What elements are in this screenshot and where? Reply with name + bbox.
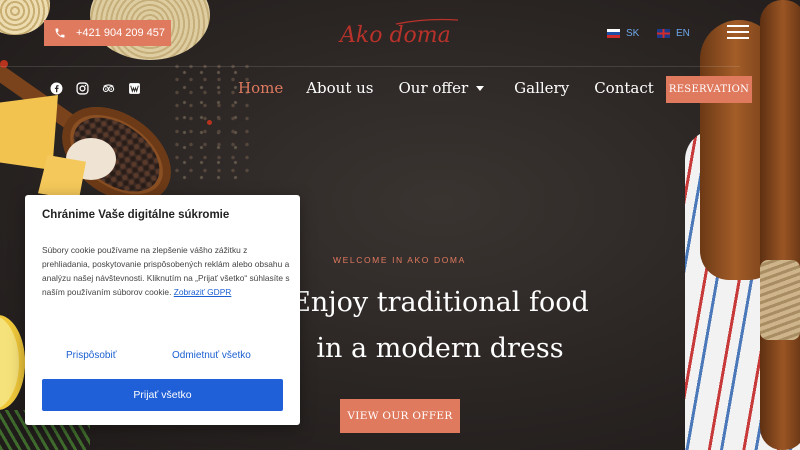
view-offer-button[interactable]: VIEW OUR OFFER — [340, 399, 460, 433]
logo-text: Ako doma — [338, 23, 451, 48]
cookie-consent-dialog: Chránime Vaše digitálne súkromie Súbory … — [25, 195, 300, 425]
phone-number: +421 904 209 457 — [76, 27, 166, 39]
nav-home[interactable]: Home — [238, 79, 283, 97]
nav-contact[interactable]: Contact — [594, 79, 654, 97]
hero-title: Enjoy traditional food in a modern dress — [260, 280, 620, 372]
nav-label: Our offer — [398, 79, 469, 97]
rope-decoration — [760, 260, 800, 340]
language-en[interactable]: EN — [657, 28, 690, 39]
hamburger-menu-icon[interactable] — [727, 25, 749, 41]
cookie-body-text: Súbory cookie používame na zlepšenie váš… — [42, 245, 290, 297]
uk-flag-icon — [657, 29, 670, 38]
website-icon[interactable] — [128, 82, 141, 95]
nav-gallery[interactable]: Gallery — [514, 79, 569, 97]
social-links — [50, 82, 141, 95]
main-navigation: Home About us Our offer Gallery Contact — [238, 79, 654, 97]
accept-all-button[interactable]: Prijať všetko — [42, 379, 283, 411]
customize-button[interactable]: Prispôsobiť — [66, 350, 116, 361]
facebook-icon[interactable] — [50, 82, 63, 95]
nav-our-offer[interactable]: Our offer — [399, 79, 485, 97]
language-sk[interactable]: SK — [607, 28, 639, 39]
hero-title-line: Enjoy traditional food — [291, 287, 589, 318]
reject-all-button[interactable]: Odmietnuť všetko — [172, 350, 251, 361]
tomato-decoration — [207, 120, 212, 125]
chevron-down-icon — [476, 85, 485, 91]
header-divider — [0, 66, 740, 67]
wooden-spoons-decoration — [700, 0, 800, 450]
gdpr-link[interactable]: Zobraziť GDPR — [174, 287, 232, 297]
slovak-flag-icon — [607, 29, 620, 38]
welcome-subtitle: WELCOME IN AKO DOMA — [333, 255, 466, 265]
language-label: EN — [676, 28, 690, 39]
phone-icon — [55, 28, 65, 38]
hero-title-line: in a modern dress — [316, 333, 564, 364]
reservation-button[interactable]: RESERVATION — [666, 76, 752, 103]
cookie-dialog-text: Súbory cookie používame na zlepšenie váš… — [42, 243, 290, 299]
tripadvisor-icon[interactable] — [102, 82, 115, 95]
nav-about-us[interactable]: About us — [306, 79, 373, 97]
instagram-icon[interactable] — [76, 82, 89, 95]
language-label: SK — [626, 28, 640, 39]
cookie-dialog-title: Chránime Vaše digitálne súkromie — [42, 209, 230, 221]
logo[interactable]: Ako doma — [336, 16, 466, 52]
phone-button[interactable]: +421 904 209 457 — [44, 20, 171, 46]
